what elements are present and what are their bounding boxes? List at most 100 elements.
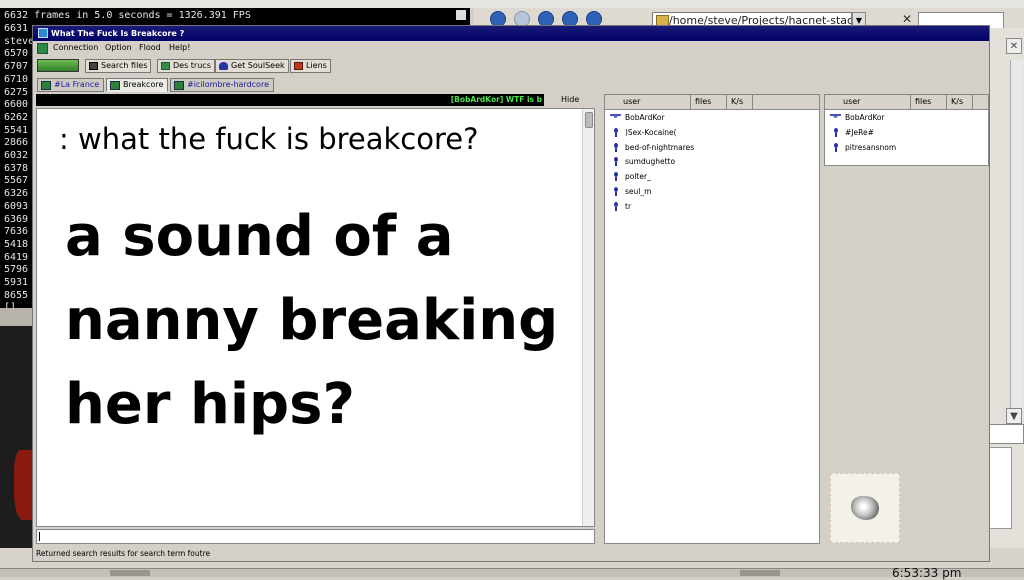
user-row[interactable]: sumdughetto: [611, 155, 694, 170]
menu-help[interactable]: Help!: [169, 43, 190, 52]
tab-icilombre-hardcore[interactable]: #icilombre-hardcore: [170, 78, 274, 92]
terminal-line: 6032: [4, 150, 29, 162]
user-row[interactable]: )Sex-Kocaine(: [611, 126, 694, 141]
topic-bar: [BobArdKor] WTF is b: [36, 94, 544, 106]
terminal-line: 5541: [4, 124, 29, 136]
app-window: What The Fuck Is Breakcore ? Connection …: [32, 25, 990, 562]
user-row[interactable]: pitresansnom: [831, 141, 896, 156]
close-icon[interactable]: ✕: [1006, 38, 1022, 54]
user-row[interactable]: #JeRe#: [831, 126, 896, 141]
terminal-line: 6570: [4, 48, 29, 60]
tab-label: Breakcore: [123, 80, 164, 89]
terminal-line: 6275: [4, 86, 29, 98]
channel-icon: [41, 81, 51, 90]
background-field[interactable]: [988, 424, 1024, 444]
user-list[interactable]: user files K/s BobArdKor )Sex-Kocaine( b…: [604, 94, 820, 544]
terminal-line: 6262: [4, 111, 29, 123]
terminal-line: 6326: [4, 188, 29, 200]
background-list[interactable]: [988, 447, 1012, 529]
get-soulseek-button[interactable]: Get SoulSeek: [215, 59, 289, 73]
user-name: sumdughetto: [625, 157, 676, 167]
user-row[interactable]: BobArdKor: [610, 111, 694, 126]
status-text: Returned search results for search term …: [36, 549, 211, 558]
app-icon: [38, 28, 48, 38]
terminal-first-line: 6632 frames in 5.0 seconds = 1326.391 FP…: [4, 10, 251, 21]
terminal-lines: 6631 steve 6570 6707 6710 6275 6600 6262…: [4, 23, 34, 308]
user-name: bed-of-nightmares: [625, 142, 695, 152]
toolbar: Search files Des trucs Get SoulSeek Lien…: [33, 57, 989, 75]
tab-breakcore[interactable]: Breakcore: [106, 78, 169, 92]
menu-connection[interactable]: Connection: [53, 43, 98, 52]
menu-option[interactable]: Option: [105, 43, 132, 52]
search-files-icon: [89, 62, 98, 70]
chat-answer-line: nanny breaking: [65, 288, 559, 353]
column-user[interactable]: user: [605, 95, 691, 109]
links-icon: [294, 62, 303, 70]
user-pin-icon: [613, 201, 618, 211]
taskbar-item[interactable]: [110, 570, 150, 576]
column-files[interactable]: files: [911, 95, 947, 109]
chat-log[interactable]: : what the fuck is breakcore? a sound of…: [36, 108, 595, 527]
chat-scrollbar[interactable]: [582, 109, 594, 526]
terminal-scroll-arrow[interactable]: [456, 10, 466, 20]
user-list-header: user files K/s: [825, 95, 988, 110]
operator-icon: [830, 113, 841, 122]
tab-label: #La France: [54, 80, 100, 89]
user-row[interactable]: polter_: [611, 170, 694, 185]
window-title: What The Fuck Is Breakcore ?: [51, 29, 185, 38]
get-soulseek-label: Get SoulSeek: [231, 61, 285, 70]
user-pin-icon: [613, 142, 618, 152]
menu-flood[interactable]: Flood: [139, 43, 161, 52]
terminal-line: 6378: [4, 162, 29, 174]
clear-location-icon[interactable]: ✕: [902, 12, 912, 26]
column-user[interactable]: user: [825, 95, 911, 109]
terminal-line: 6710: [4, 73, 29, 85]
chat-answer-line: a sound of a: [65, 204, 454, 269]
terminal-line: 6707: [4, 61, 29, 73]
user-pin-icon: [613, 127, 618, 137]
user-name: pitresansnom: [845, 142, 897, 152]
user-row[interactable]: tr: [611, 200, 694, 215]
taskbar-clock: 6:53:33 pm: [892, 566, 962, 580]
chat-question: : what the fuck is breakcore?: [59, 122, 479, 156]
user-list-secondary[interactable]: user files K/s BobArdKor #JeRe# pitresan…: [824, 94, 989, 166]
user-row[interactable]: bed-of-nightmares: [611, 141, 694, 156]
user-name: BobArdKor: [625, 113, 665, 122]
user-rows: BobArdKor )Sex-Kocaine( bed-of-nightmare…: [610, 111, 694, 215]
des-trucs-button[interactable]: Des trucs: [157, 59, 215, 73]
search-files-button[interactable]: Search files: [85, 59, 152, 73]
chat-scroll-thumb[interactable]: [585, 112, 593, 128]
column-speed[interactable]: K/s: [947, 95, 973, 109]
terminal-line: steve: [4, 35, 35, 47]
terminal-line: 2866: [4, 137, 29, 149]
liens-label: Liens: [306, 61, 327, 70]
terminal-line: 6369: [4, 213, 29, 225]
des-trucs-label: Des trucs: [173, 61, 211, 70]
title-bar[interactable]: What The Fuck Is Breakcore ?: [33, 26, 989, 41]
background-scrollbar[interactable]: [1010, 60, 1023, 420]
channel-icon: [174, 81, 184, 90]
user-row[interactable]: seul_m: [611, 185, 694, 200]
hide-button[interactable]: Hide: [561, 95, 579, 104]
user-name: #JeRe#: [845, 127, 874, 137]
tab-bar: #La France Breakcore #icilombre-hardcore: [33, 77, 989, 93]
chat-answer: a sound of a nanny breaking her hips?: [65, 195, 558, 447]
operator-icon: [610, 113, 621, 122]
folder-icon: [161, 62, 170, 70]
tab-label: #icilombre-hardcore: [187, 80, 269, 89]
scroll-down-icon[interactable]: ▼: [1006, 408, 1022, 424]
terminal-line: 6419: [4, 251, 29, 263]
tab-la-france[interactable]: #La France: [37, 78, 105, 92]
menu-bar: Connection Option Flood Help!: [33, 41, 989, 57]
message-input[interactable]: [36, 529, 595, 544]
terminal-line: 5418: [4, 238, 29, 250]
connect-image-button[interactable]: [37, 59, 79, 72]
user-row[interactable]: BobArdKor: [830, 111, 896, 126]
column-speed[interactable]: K/s: [727, 95, 753, 109]
terminal-line: 6093: [4, 200, 29, 212]
user-name: BobArdKor: [845, 113, 885, 122]
column-files[interactable]: files: [691, 95, 727, 109]
taskbar-item[interactable]: [740, 570, 780, 576]
liens-button[interactable]: Liens: [290, 59, 331, 73]
topic-text: [BobArdKor] WTF is b: [450, 95, 542, 104]
